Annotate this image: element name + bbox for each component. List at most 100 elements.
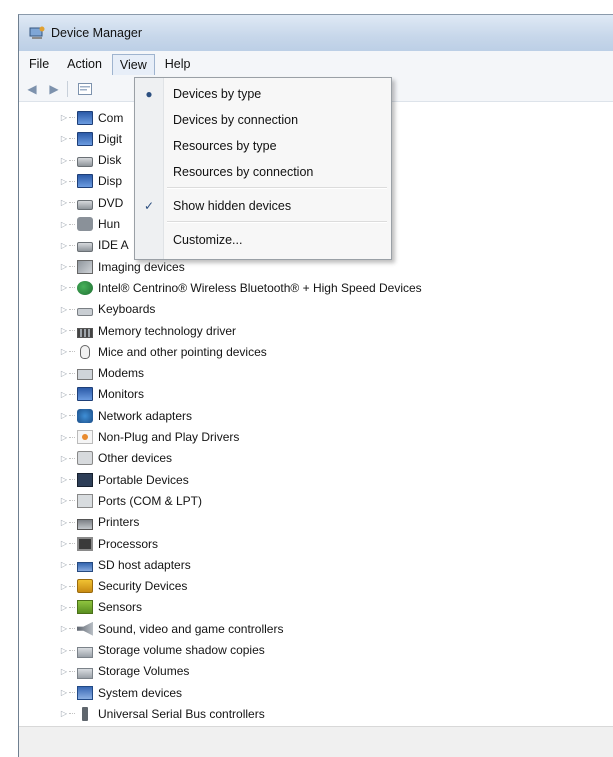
expand-arrow-icon[interactable]: ▷ — [59, 177, 69, 186]
expand-arrow-icon[interactable]: ▷ — [59, 475, 69, 484]
imaging-device-icon — [77, 259, 93, 274]
menu-separator — [167, 187, 387, 189]
bluetooth-device-icon — [77, 280, 93, 295]
tree-node[interactable]: ▷ Non-Plug and Play Drivers — [59, 427, 239, 448]
tree-connector — [69, 415, 75, 417]
tree-connector — [69, 543, 75, 544]
menu-item-show-hidden-devices[interactable]: ✓ Show hidden devices — [135, 194, 391, 218]
tree-connector — [69, 670, 75, 672]
tree-node[interactable]: ▷ Printers — [59, 512, 139, 533]
computer-icon — [77, 110, 93, 125]
tree-node[interactable]: ▷ Mice and other pointing devices — [59, 341, 267, 362]
tree-node[interactable]: ▷ Hun — [59, 214, 120, 235]
expand-arrow-icon[interactable]: ▷ — [59, 560, 69, 569]
expand-arrow-icon[interactable]: ▷ — [59, 198, 69, 207]
tree-node[interactable]: ▷ System devices — [59, 682, 182, 703]
expand-arrow-icon[interactable]: ▷ — [59, 667, 69, 676]
sound-icon — [77, 621, 93, 636]
tree-connector — [69, 500, 75, 502]
tree-node[interactable]: ▷ Disk — [59, 150, 121, 171]
tree-node[interactable]: ▷ Ports (COM & LPT) — [59, 490, 202, 511]
tree-node[interactable]: ▷ Digit — [59, 128, 122, 149]
tree-node[interactable]: ▷ Other devices — [59, 448, 172, 469]
tree-node[interactable]: ▷ SD host adapters — [59, 554, 191, 575]
expand-arrow-icon[interactable]: ▷ — [59, 411, 69, 420]
tree-connector — [69, 606, 75, 608]
expand-arrow-icon[interactable]: ▷ — [59, 624, 69, 633]
tree-node[interactable]: ▷ Universal Serial Bus controllers — [59, 703, 265, 724]
tree-node[interactable]: ▷ Storage Volumes — [59, 661, 189, 682]
tree-connector — [69, 436, 75, 438]
tree-node[interactable]: ▷ Com — [59, 107, 123, 128]
tree-node[interactable]: ▷ IDE A — [59, 235, 129, 256]
tree-connector — [69, 351, 75, 353]
expand-arrow-icon[interactable]: ▷ — [59, 326, 69, 335]
tree-node[interactable]: ▷ Disp — [59, 171, 122, 192]
expand-arrow-icon[interactable]: ▷ — [59, 582, 69, 591]
tree-node-label: Disk — [98, 153, 122, 168]
non-pnp-driver-icon — [77, 430, 93, 444]
keyboard-icon — [77, 308, 93, 317]
expand-arrow-icon[interactable]: ▷ — [59, 603, 69, 612]
tree-node-label: Intel® Centrino® Wireless Bluetooth® + H… — [98, 280, 422, 295]
tree-node-label: IDE A — [98, 238, 129, 253]
tree-node[interactable]: ▷ Keyboards — [59, 299, 155, 320]
expand-arrow-icon[interactable]: ▷ — [59, 262, 69, 271]
expand-arrow-icon[interactable]: ▷ — [59, 347, 69, 356]
tree-connector — [69, 308, 75, 310]
expand-arrow-icon[interactable]: ▷ — [59, 283, 69, 292]
forward-icon[interactable]: ▶ — [45, 81, 63, 97]
expand-arrow-icon[interactable]: ▷ — [59, 688, 69, 697]
expand-arrow-icon[interactable]: ▷ — [59, 646, 69, 655]
dvd-drive-icon — [77, 199, 93, 210]
tree-node[interactable]: ▷ Storage volume shadow copies — [59, 640, 265, 661]
tree-node[interactable]: ▷ Security Devices — [59, 576, 187, 597]
status-bar — [19, 726, 613, 757]
network-adapter-icon — [77, 408, 93, 423]
tree-node[interactable]: ▷ Sound, video and game controllers — [59, 618, 283, 639]
expand-arrow-icon[interactable]: ▷ — [59, 305, 69, 314]
properties-icon[interactable] — [76, 81, 94, 97]
sensor-icon — [77, 600, 93, 615]
expand-arrow-icon[interactable]: ▷ — [59, 454, 69, 463]
expand-arrow-icon[interactable]: ▷ — [59, 241, 69, 250]
tree-node[interactable]: ▷ Memory technology driver — [59, 320, 236, 341]
menu-item-label: Devices by connection — [173, 113, 299, 127]
menu-item-label: Resources by type — [173, 139, 277, 153]
tree-node[interactable]: ▷ Processors — [59, 533, 158, 554]
tree-node[interactable]: ▷ Network adapters — [59, 405, 192, 426]
ide-controller-icon — [77, 242, 93, 253]
tree-node[interactable]: ▷ Monitors — [59, 384, 144, 405]
menu-item-devices-by-type[interactable]: ● Devices by type — [135, 82, 391, 106]
expand-arrow-icon[interactable]: ▷ — [59, 539, 69, 548]
menu-item-label: Resources by connection — [173, 165, 314, 179]
expand-arrow-icon[interactable]: ▷ — [59, 134, 69, 143]
menu-item-devices-by-connection[interactable]: Devices by connection — [135, 108, 391, 132]
tree-connector — [69, 393, 75, 395]
expand-arrow-icon[interactable]: ▷ — [59, 113, 69, 122]
back-icon[interactable]: ◀ — [23, 81, 41, 97]
expand-arrow-icon[interactable]: ▷ — [59, 709, 69, 718]
expand-arrow-icon[interactable]: ▷ — [59, 220, 69, 229]
tree-node[interactable]: ▷ Modems — [59, 363, 144, 384]
menu-file[interactable]: File — [21, 53, 57, 75]
tree-node-label: System devices — [98, 685, 183, 700]
menu-view[interactable]: View — [111, 53, 155, 75]
expand-arrow-icon[interactable]: ▷ — [59, 369, 69, 378]
tree-node[interactable]: ▷ DVD — [59, 192, 123, 213]
memory-icon — [77, 327, 93, 338]
menu-item-resources-by-type[interactable]: Resources by type — [135, 134, 391, 158]
expand-arrow-icon[interactable]: ▷ — [59, 496, 69, 505]
expand-arrow-icon[interactable]: ▷ — [59, 156, 69, 165]
tree-node-label: DVD — [98, 195, 124, 210]
tree-node[interactable]: ▷ Intel® Centrino® Wireless Bluetooth® + … — [59, 277, 422, 298]
menu-item-resources-by-connection[interactable]: Resources by connection — [135, 160, 391, 184]
expand-arrow-icon[interactable]: ▷ — [59, 433, 69, 442]
menu-action[interactable]: Action — [59, 53, 110, 75]
menu-item-customize[interactable]: Customize... — [135, 228, 391, 252]
tree-node[interactable]: ▷ Sensors — [59, 597, 142, 618]
tree-node[interactable]: ▷ Portable Devices — [59, 469, 189, 490]
menu-help[interactable]: Help — [157, 53, 199, 75]
expand-arrow-icon[interactable]: ▷ — [59, 390, 69, 399]
expand-arrow-icon[interactable]: ▷ — [59, 518, 69, 527]
